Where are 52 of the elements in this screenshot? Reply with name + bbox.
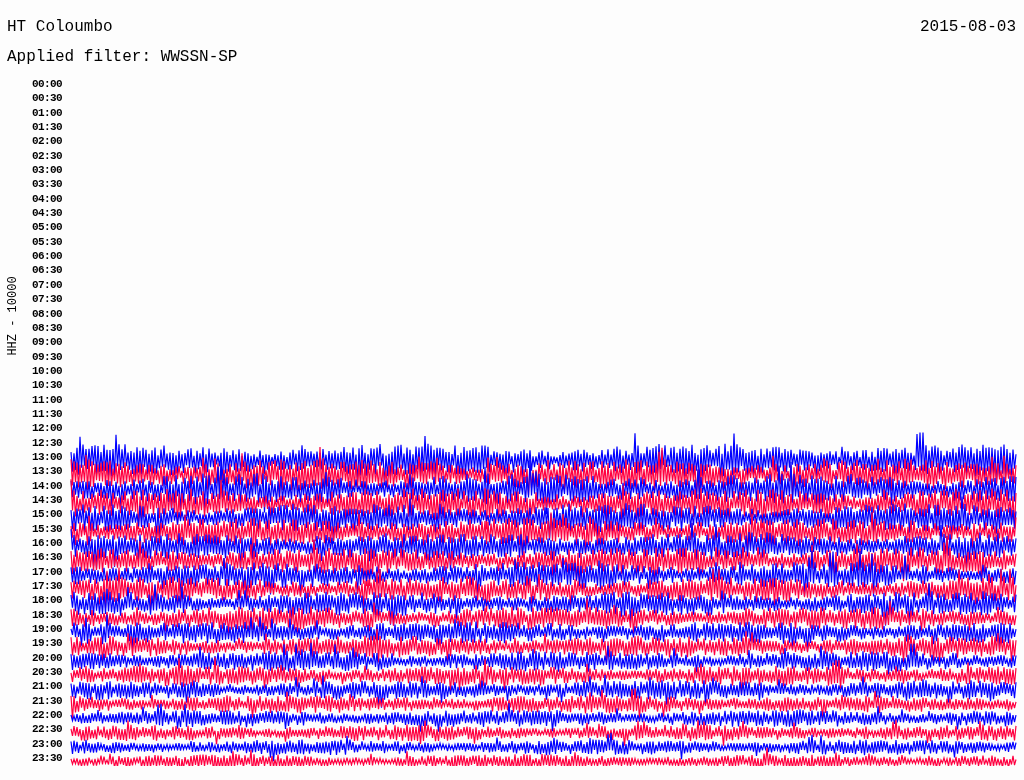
time-label: 01:00 [32,105,63,121]
time-label: 20:30 [32,665,63,680]
time-label: 16:00 [32,536,63,551]
time-label: 18:00 [32,593,63,608]
time-label: 18:30 [32,607,63,623]
time-label: 07:30 [32,292,63,307]
time-label: 04:30 [32,206,63,221]
channel-label: HHZ - 10000 [6,276,20,356]
time-label: 03:00 [32,163,63,178]
time-label: 21:30 [32,693,63,709]
time-label: 13:00 [32,449,63,465]
time-label: 23:30 [32,751,63,766]
time-label: 09:30 [32,349,63,364]
time-label: 08:30 [32,320,63,336]
time-label: 05:00 [32,220,63,235]
time-label: 20:00 [32,650,63,666]
time-label: 17:00 [32,564,63,580]
time-label: 19:00 [32,622,63,637]
time-label: 00:00 [32,77,63,92]
time-label: 22:00 [32,708,63,723]
time-label: 09:00 [32,335,63,350]
time-label: 08:00 [32,306,63,321]
time-label: 01:30 [32,120,63,135]
time-label: 04:00 [32,191,63,207]
time-label: 16:30 [32,550,63,565]
time-label: 06:00 [32,249,63,264]
time-label: 11:00 [32,392,63,407]
time-label: 23:00 [32,736,63,752]
time-label: 17:30 [32,579,63,594]
time-label: 21:00 [32,679,63,694]
time-label: 19:30 [32,636,63,651]
time-label: 15:00 [32,507,63,522]
station-title: HT Coloumbo [7,18,113,38]
filter-label: Applied filter: WWSSN-SP [7,48,238,66]
time-label: 22:30 [32,722,63,737]
time-label: 15:30 [32,521,63,536]
time-label: 12:30 [32,435,63,450]
time-label: 13:30 [32,464,63,479]
time-label: 02:30 [32,148,63,164]
date-label: 2015-08-03 [920,18,1016,38]
time-label: 10:30 [32,378,63,393]
time-label: 02:00 [32,134,63,149]
time-label: 14:00 [32,478,63,493]
time-label: 07:00 [32,277,63,293]
time-label: 00:30 [32,91,63,106]
time-label: 06:30 [32,263,63,278]
time-label: 14:30 [32,492,63,508]
time-label: 10:00 [32,363,63,379]
time-label: 12:00 [32,421,63,436]
time-label: 03:30 [32,177,63,192]
time-label: 05:30 [32,234,63,250]
time-label: 11:30 [32,406,63,422]
